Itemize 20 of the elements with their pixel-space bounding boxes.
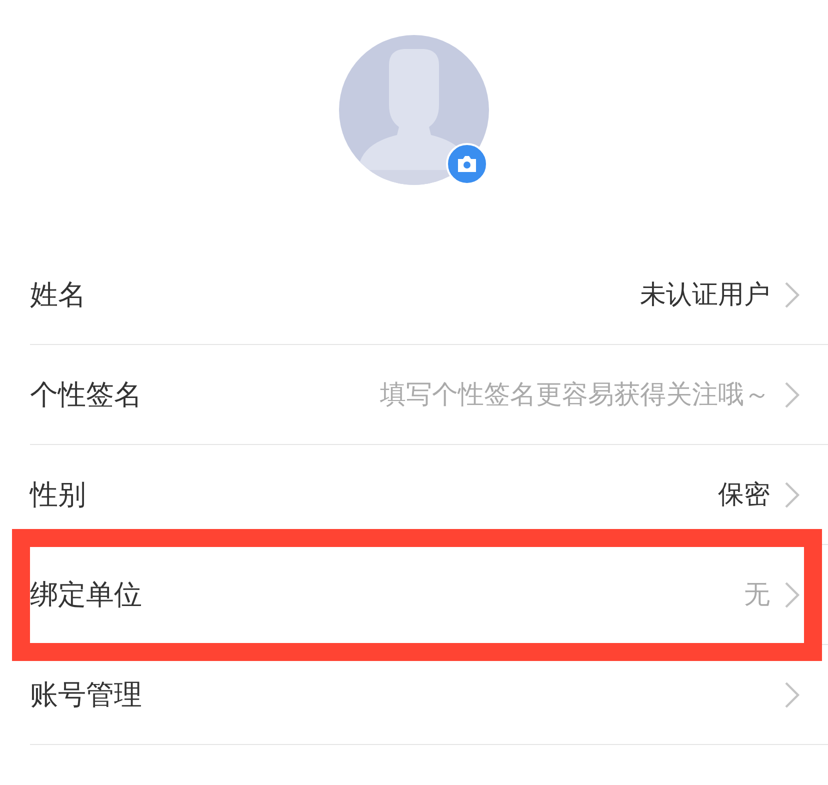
- settings-row[interactable]: 绑定单位 无: [30, 545, 828, 645]
- row-label: 账号管理: [30, 676, 143, 712]
- row-value: 保密: [718, 479, 770, 512]
- chevron-icon: [784, 580, 800, 608]
- row-label: 个性签名: [30, 376, 143, 412]
- settings-row[interactable]: 账号管理: [30, 645, 828, 745]
- camera-icon[interactable]: [446, 143, 488, 185]
- chevron-icon: [784, 380, 800, 408]
- row-label: 性别: [30, 476, 87, 512]
- settings-row[interactable]: 性别 保密: [30, 445, 828, 545]
- chevron-icon: [784, 280, 800, 308]
- settings-row[interactable]: 个性签名 填写个性签名更容易获得关注哦～: [30, 345, 828, 445]
- row-value: 未认证用户: [640, 279, 770, 312]
- chevron-icon: [784, 480, 800, 508]
- row-value: 无: [744, 579, 770, 612]
- chevron-icon: [784, 680, 800, 708]
- settings-row[interactable]: 姓名 未认证用户: [30, 245, 828, 345]
- row-value: 填写个性签名更容易获得关注哦～: [380, 379, 770, 412]
- row-label: 姓名: [30, 276, 87, 312]
- row-label: 绑定单位: [30, 576, 143, 612]
